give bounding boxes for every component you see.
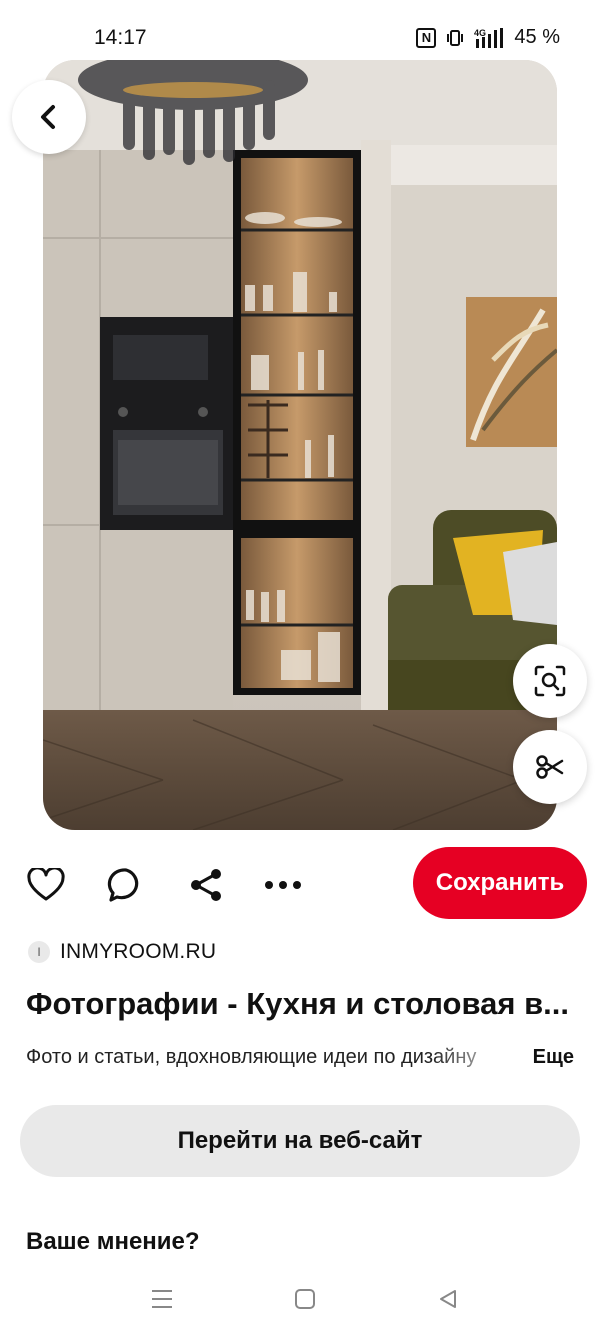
signal-icon: 4G (474, 27, 504, 48)
source-avatar: I (28, 941, 50, 963)
visit-website-button[interactable]: Перейти на веб-сайт (20, 1105, 580, 1177)
save-button[interactable]: Сохранить (413, 847, 587, 919)
more-link[interactable]: Еще (533, 1046, 574, 1069)
menu-icon (152, 1290, 172, 1308)
crop-button[interactable] (513, 730, 587, 804)
pin-title: Фотографии - Кухня и столовая в... (26, 986, 569, 1021)
nav-home-button[interactable] (290, 1284, 320, 1314)
vibrate-icon (446, 28, 464, 48)
scissors-icon (536, 755, 564, 779)
pin-actions: Сохранить (0, 845, 600, 921)
back-triangle-icon (440, 1290, 456, 1308)
visual-search-button[interactable] (513, 644, 587, 718)
home-square-icon (295, 1289, 315, 1309)
source-domain: INMYROOM.RU (60, 940, 217, 963)
feedback-heading: Ваше мнение? (26, 1228, 200, 1255)
chevron-left-icon (41, 105, 55, 129)
share-button[interactable] (186, 865, 226, 905)
pin-image[interactable] (43, 60, 557, 830)
status-time: 14:17 (94, 26, 147, 49)
kitchen-photo-illustration (43, 60, 557, 830)
battery-level: 45 % (514, 26, 560, 48)
lens-search-icon (534, 665, 566, 697)
pin-description: Фото и статьи, вдохновляющие идеи по диз… (26, 1046, 477, 1068)
status-bar: 14:17 N 4G 45 % (0, 0, 600, 60)
heart-icon (27, 868, 65, 901)
nav-back-button[interactable] (433, 1284, 463, 1314)
nav-menu-button[interactable] (147, 1284, 177, 1314)
nfc-icon: N (416, 27, 437, 48)
share-icon (191, 869, 221, 901)
network-type-label: 4G (474, 28, 486, 38)
pin-source[interactable]: I INMYROOM.RU (28, 940, 216, 964)
pin-description-row: Фото и статьи, вдохновляющие идеи по диз… (26, 1046, 578, 1076)
comment-icon (107, 868, 139, 902)
comment-button[interactable] (106, 865, 146, 905)
like-button[interactable] (26, 865, 66, 905)
more-options-button[interactable] (263, 865, 303, 905)
more-dots-icon (265, 881, 301, 889)
back-button[interactable] (12, 80, 86, 154)
system-nav-bar (0, 1272, 600, 1332)
status-icons: N 4G 45 % (416, 26, 560, 49)
